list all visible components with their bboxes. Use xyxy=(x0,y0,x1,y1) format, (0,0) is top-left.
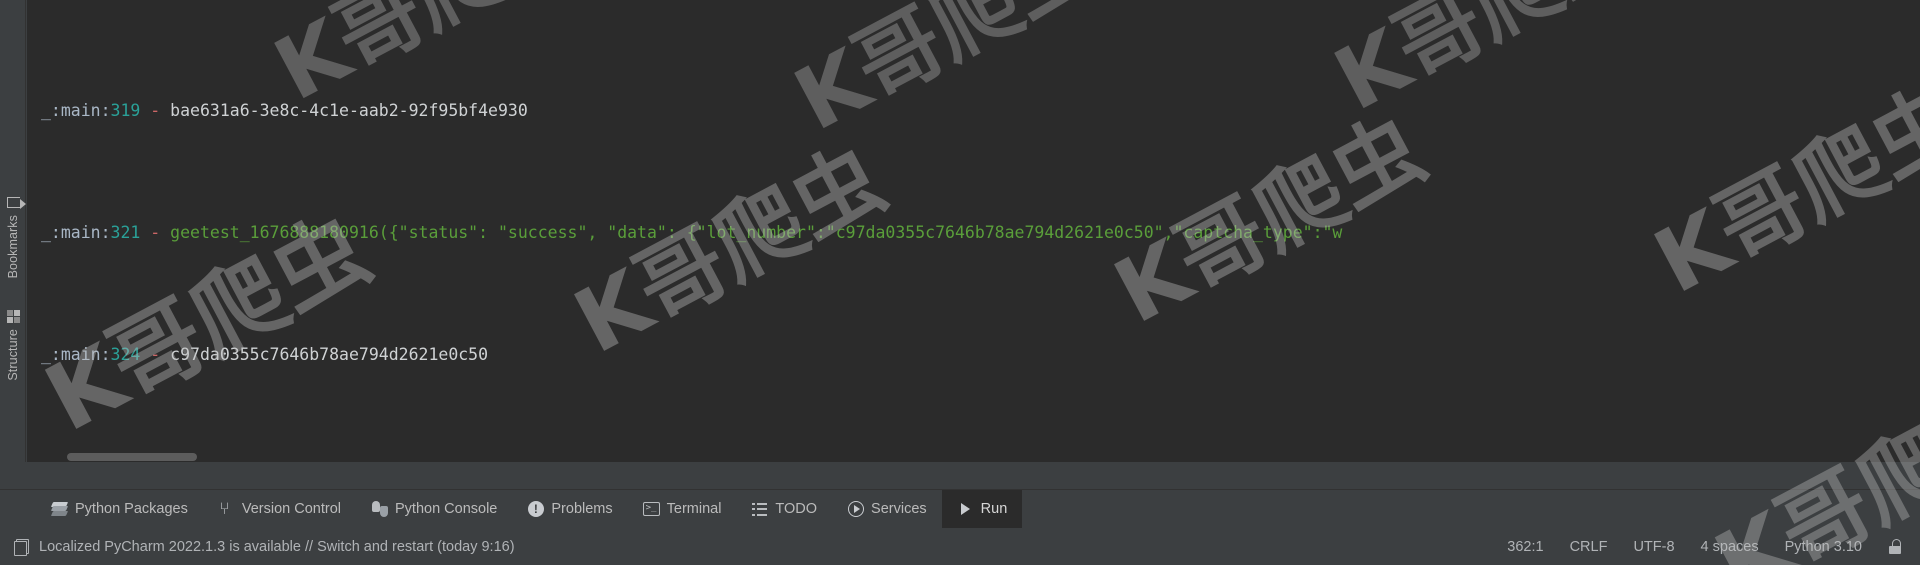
console-scrollbar-thumb[interactable] xyxy=(67,453,197,461)
tool-tab-terminal[interactable]: >_ Terminal xyxy=(628,490,737,529)
pycharm-window: Bookmarks Structure _:main:319 - bae631a… xyxy=(0,0,1920,565)
log-message: geetest_1676888180916({"status": "succes… xyxy=(170,222,1343,242)
tool-tab-todo[interactable]: TODO xyxy=(736,490,832,529)
tool-tab-label: Python Packages xyxy=(75,501,188,517)
log-line: _:main:321 - geetest_1676888180916({"sta… xyxy=(41,218,1371,249)
tool-tab-label: Python Console xyxy=(395,501,498,517)
sidebar-item-bookmarks-label: Bookmarks xyxy=(6,215,20,279)
status-notification-message[interactable]: Localized PyCharm 2022.1.3 is available … xyxy=(39,539,515,555)
play-icon xyxy=(957,501,974,518)
status-bar-left: Localized PyCharm 2022.1.3 is available … xyxy=(14,539,515,556)
log-lineno: 324 xyxy=(110,344,141,364)
structure-icon xyxy=(6,310,20,323)
tool-tab-run[interactable]: Run xyxy=(941,489,1023,529)
tool-tab-problems[interactable]: ! Problems xyxy=(512,490,627,529)
branch-icon: ⑂ xyxy=(219,499,230,518)
layers-icon xyxy=(50,501,69,518)
warning-icon: ! xyxy=(527,501,544,518)
log-dash: - xyxy=(150,222,161,242)
status-bar-right: 362:1 CRLF UTF-8 4 spaces Python 3.10 xyxy=(1507,539,1902,555)
log-message: c97da0355c7646b78ae794d2621e0c50 xyxy=(170,344,489,364)
tool-tab-label: Services xyxy=(871,501,927,517)
notification-icon[interactable] xyxy=(14,539,29,556)
tool-tab-label: Run xyxy=(980,501,1008,517)
lock-icon[interactable] xyxy=(1888,539,1902,554)
tool-tab-label: Terminal xyxy=(666,501,722,517)
log-dash: - xyxy=(150,100,161,120)
sidebar-item-structure-label: Structure xyxy=(6,329,20,381)
tool-tab-version-control[interactable]: ⑂ Version Control xyxy=(203,490,356,529)
tool-tab-label: Problems xyxy=(551,501,613,517)
log-lineno: 321 xyxy=(110,222,141,242)
log-dash: - xyxy=(150,344,161,364)
status-encoding[interactable]: UTF-8 xyxy=(1633,539,1674,555)
tool-tab-label: Version Control xyxy=(241,501,341,517)
terminal-icon: >_ xyxy=(642,501,660,518)
status-bar: Localized PyCharm 2022.1.3 is available … xyxy=(0,528,1920,565)
sidebar-item-bookmarks[interactable]: Bookmarks xyxy=(0,196,26,278)
left-tool-strip: Bookmarks Structure xyxy=(0,0,26,490)
status-caret-position[interactable]: 362:1 xyxy=(1507,539,1543,555)
play-circle-icon xyxy=(847,501,864,518)
python-icon xyxy=(371,501,388,518)
tool-tab-python-console[interactable]: Python Console xyxy=(356,490,512,529)
status-indent[interactable]: 4 spaces xyxy=(1701,539,1759,555)
run-console-output[interactable]: _:main:319 - bae631a6-3e8c-4c1e-aab2-92f… xyxy=(27,0,1920,462)
console-horizontal-scrollbar[interactable] xyxy=(27,452,1920,462)
log-line: _:main:324 - c97da0355c7646b78ae794d2621… xyxy=(41,340,1371,371)
log-message: bae631a6-3e8c-4c1e-aab2-92f95bf4e930 xyxy=(170,100,528,120)
tool-tab-services[interactable]: Services xyxy=(832,490,942,529)
log-line: _:main:319 - bae631a6-3e8c-4c1e-aab2-92f… xyxy=(41,96,1371,127)
status-interpreter[interactable]: Python 3.10 xyxy=(1785,539,1862,555)
bookmark-icon xyxy=(6,197,20,208)
log-logger: _:main: xyxy=(41,344,111,364)
sidebar-item-structure[interactable]: Structure xyxy=(0,310,26,381)
list-icon xyxy=(751,501,768,518)
tool-window-gap xyxy=(0,462,1920,489)
tool-tab-label: TODO xyxy=(775,501,818,517)
tool-tab-python-packages[interactable]: Python Packages xyxy=(36,490,203,529)
tool-window-bar: Python Packages ⑂ Version Control Python… xyxy=(0,489,1920,529)
console-log-lines: _:main:319 - bae631a6-3e8c-4c1e-aab2-92f… xyxy=(27,0,1371,462)
log-logger: _:main: xyxy=(41,222,111,242)
log-logger: _:main: xyxy=(41,100,111,120)
status-line-separator[interactable]: CRLF xyxy=(1570,539,1608,555)
log-lineno: 319 xyxy=(110,100,141,120)
